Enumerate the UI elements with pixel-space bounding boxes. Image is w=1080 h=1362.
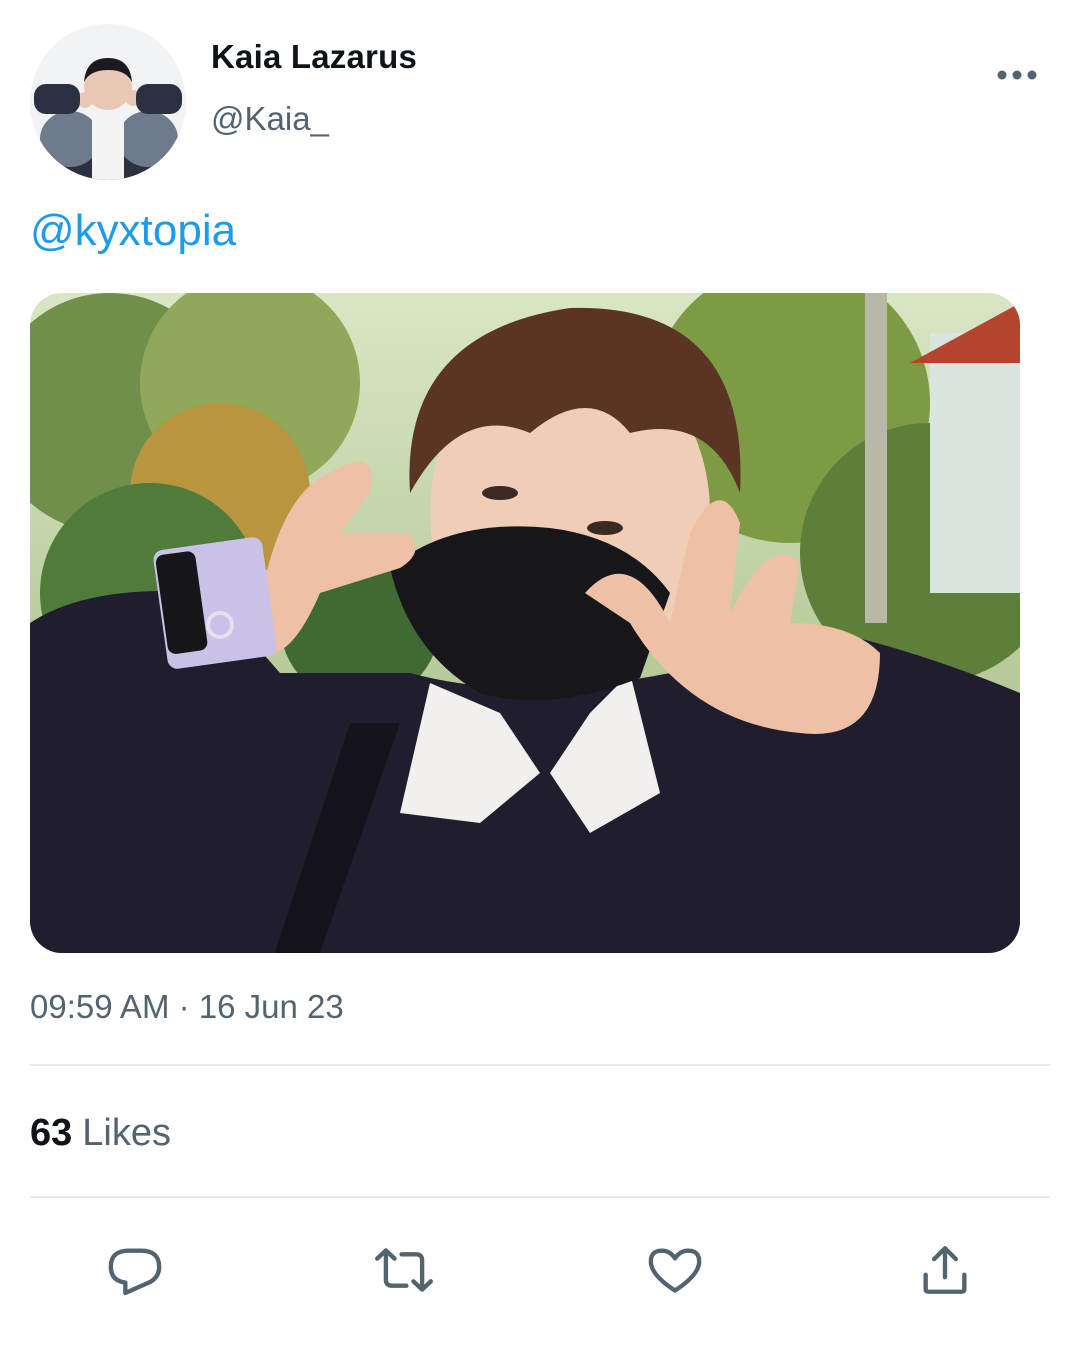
divider bbox=[30, 1064, 1050, 1066]
retweet-button[interactable] bbox=[372, 1238, 436, 1302]
likes-count: 63 bbox=[30, 1112, 73, 1154]
like-button[interactable] bbox=[643, 1238, 707, 1302]
author-display-name[interactable]: Kaia Lazarus bbox=[211, 38, 417, 76]
retweet-icon bbox=[375, 1248, 433, 1292]
avatar[interactable] bbox=[30, 24, 186, 180]
photo-image bbox=[30, 293, 1020, 953]
heart-icon bbox=[648, 1248, 702, 1293]
more-options-button[interactable] bbox=[992, 58, 1042, 92]
share-icon bbox=[923, 1246, 967, 1294]
share-button[interactable] bbox=[913, 1238, 977, 1302]
avatar-image bbox=[30, 24, 186, 180]
reply-button[interactable] bbox=[103, 1238, 167, 1302]
divider bbox=[30, 1196, 1050, 1198]
tweet: Kaia Lazarus @Kaia_ @kyxtopia 09:59 AM ·… bbox=[0, 0, 1080, 1362]
tweet-mention-link[interactable]: @kyxtopia bbox=[30, 206, 236, 256]
tweet-media-photo[interactable] bbox=[30, 293, 1020, 953]
author-handle[interactable]: @Kaia_ bbox=[211, 100, 329, 138]
likes-count-link[interactable]: 63 Likes bbox=[30, 1112, 171, 1155]
more-horizontal-icon bbox=[997, 70, 1037, 80]
reply-icon bbox=[108, 1248, 162, 1296]
tweet-timestamp[interactable]: 09:59 AM · 16 Jun 23 bbox=[30, 988, 344, 1026]
likes-label: Likes bbox=[82, 1112, 171, 1154]
